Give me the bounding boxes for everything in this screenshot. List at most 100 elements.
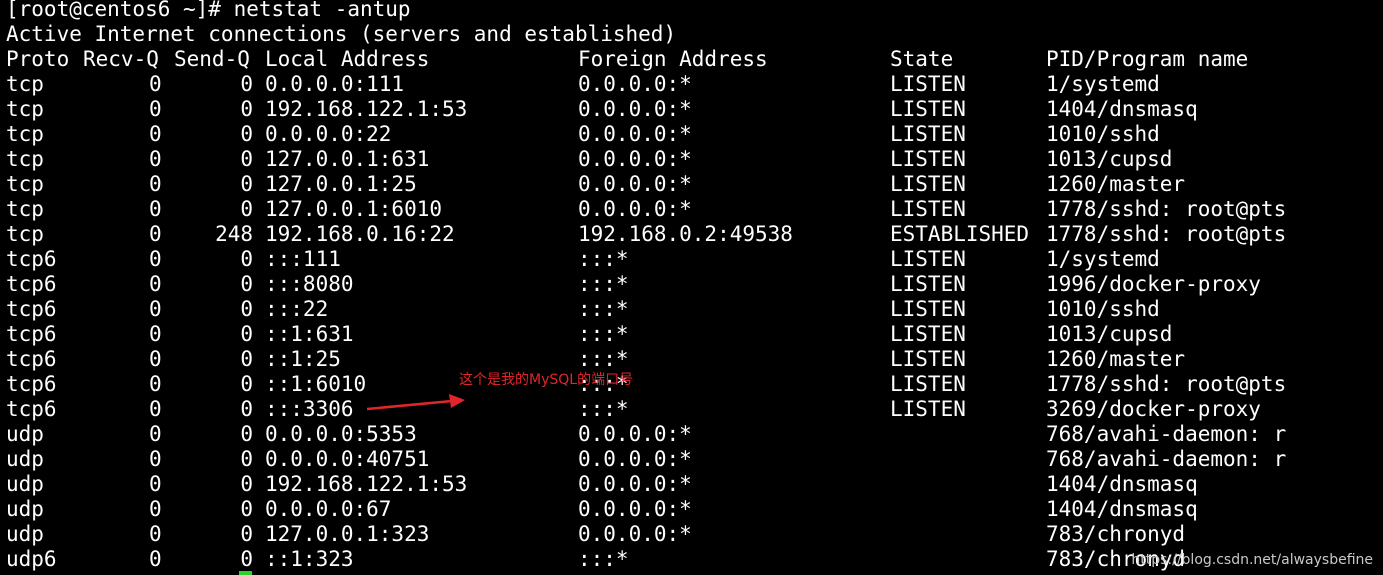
cell-foreign-address: 0.0.0.0:* bbox=[578, 497, 692, 521]
cell-pid-program: 1/systemd bbox=[1046, 72, 1160, 96]
cell-local-address: 0.0.0.0:67 bbox=[265, 497, 392, 521]
cell-state: LISTEN bbox=[890, 147, 966, 171]
cell-foreign-address: :::* bbox=[578, 297, 629, 321]
cell-foreign-address: 0.0.0.0:* bbox=[578, 72, 692, 96]
cell-foreign-address: :::* bbox=[578, 347, 629, 371]
cell-proto: tcp bbox=[6, 72, 44, 96]
cell-state: LISTEN bbox=[890, 322, 966, 346]
connections-info-line: Active Internet connections (servers and… bbox=[6, 22, 677, 46]
cell-sendq: 0 bbox=[240, 347, 253, 371]
cell-foreign-address: 192.168.0.2:49538 bbox=[578, 222, 793, 246]
cell-state: LISTEN bbox=[890, 397, 966, 421]
cell-sendq: 0 bbox=[240, 247, 253, 271]
cell-local-address: 0.0.0.0:40751 bbox=[265, 447, 430, 471]
cell-sendq: 0 bbox=[240, 422, 253, 446]
table-header-row: Proto Recv-Q Send-Q Local Address Foreig… bbox=[0, 47, 1383, 72]
command-prompt-line: [root@centos6 ~]# netstat -antup bbox=[6, 0, 411, 21]
cell-local-address: 0.0.0.0:111 bbox=[265, 72, 405, 96]
cell-proto: tcp bbox=[6, 147, 44, 171]
cell-proto: udp bbox=[6, 422, 44, 446]
terminal-cursor bbox=[239, 571, 252, 575]
cell-local-address: 0.0.0.0:22 bbox=[265, 122, 392, 146]
cell-proto: tcp6 bbox=[6, 322, 57, 346]
cell-sendq: 0 bbox=[240, 397, 253, 421]
cell-pid-program: 1996/docker-proxy bbox=[1046, 272, 1261, 296]
header-recvq: Recv-Q bbox=[83, 47, 159, 71]
cell-pid-program: 768/avahi-daemon: r bbox=[1046, 447, 1287, 471]
cell-sendq: 0 bbox=[240, 447, 253, 471]
cell-local-address: ::1:25 bbox=[265, 347, 341, 371]
cell-foreign-address: 0.0.0.0:* bbox=[578, 122, 692, 146]
table-row: udp 0 0 0.0.0.0:5353 0.0.0.0:* 768/avahi-daem… bbox=[0, 422, 1383, 447]
cell-sendq: 0 bbox=[240, 147, 253, 171]
cell-foreign-address: 0.0.0.0:* bbox=[578, 147, 692, 171]
cell-local-address: ::1:323 bbox=[265, 547, 354, 571]
cell-foreign-address: :::* bbox=[578, 272, 629, 296]
cell-proto: tcp6 bbox=[6, 297, 57, 321]
table-row: tcp6 0 0::1:25:::* LISTEN 1260/master bbox=[0, 347, 1383, 372]
cell-state: LISTEN bbox=[890, 372, 966, 396]
cell-proto: udp bbox=[6, 497, 44, 521]
cell-sendq: 0 bbox=[240, 472, 253, 496]
table-row: tcp6 0 0:::22:::* LISTEN 1010/sshd bbox=[0, 297, 1383, 322]
cell-state: LISTEN bbox=[890, 197, 966, 221]
cell-foreign-address: :::* bbox=[578, 247, 629, 271]
cell-proto: udp6 bbox=[6, 547, 57, 571]
table-row: tcp 0 0 127.0.0.1:25 0.0.0.0:* LISTEN 1260/mas… bbox=[0, 172, 1383, 197]
cell-proto: tcp6 bbox=[6, 272, 57, 296]
cell-foreign-address: 0.0.0.0:* bbox=[578, 172, 692, 196]
watermark: https://blog.csdn.net/alwaysbefine bbox=[1131, 552, 1373, 568]
cell-proto: tcp6 bbox=[6, 372, 57, 396]
cell-local-address: 127.0.0.1:631 bbox=[265, 147, 430, 171]
table-row: udp 0 0 192.168.122.1:53 0.0.0.0:* 1404/dnsma… bbox=[0, 472, 1383, 497]
cell-foreign-address: 0.0.0.0:* bbox=[578, 197, 692, 221]
cell-local-address: 127.0.0.1:6010 bbox=[265, 197, 443, 221]
cell-sendq: 0 bbox=[240, 497, 253, 521]
cell-sendq: 0 bbox=[240, 322, 253, 346]
cell-pid-program: 1404/dnsmasq bbox=[1046, 472, 1198, 496]
cell-pid-program: 1/systemd bbox=[1046, 247, 1160, 271]
cell-sendq: 0 bbox=[240, 297, 253, 321]
cell-pid-program: 1404/dnsmasq bbox=[1046, 497, 1198, 521]
cell-foreign-address: 0.0.0.0:* bbox=[578, 97, 692, 121]
cell-sendq: 0 bbox=[240, 122, 253, 146]
table-row: tcp 0 0 127.0.0.1:6010 0.0.0.0:* LISTEN 1778/s… bbox=[0, 197, 1383, 222]
cell-local-address: :::22 bbox=[265, 297, 329, 321]
cell-proto: udp bbox=[6, 447, 44, 471]
cell-local-address: :::111 bbox=[265, 247, 341, 271]
table-row: tcp6 0 0::1:6010:::* LISTEN 1778/sshd: root@… bbox=[0, 372, 1383, 397]
cell-pid-program: 1013/cupsd bbox=[1046, 322, 1173, 346]
cell-local-address: ::1:631 bbox=[265, 322, 354, 346]
cell-state: LISTEN bbox=[890, 272, 966, 296]
cell-proto: tcp6 bbox=[6, 247, 57, 271]
cell-proto: udp bbox=[6, 472, 44, 496]
cell-pid-program: 783/chronyd bbox=[1046, 522, 1186, 546]
table-row: tcp 0 0 127.0.0.1:631 0.0.0.0:* LISTEN 1013/cu… bbox=[0, 147, 1383, 172]
cell-local-address: 192.168.122.1:53 bbox=[265, 472, 468, 496]
cell-sendq: 0 bbox=[240, 522, 253, 546]
cell-sendq: 0 bbox=[240, 97, 253, 121]
terminal-window[interactable]: [root@centos6 ~]# netstat -antup Active … bbox=[0, 0, 1383, 575]
cell-proto: tcp bbox=[6, 172, 44, 196]
cell-foreign-address: 0.0.0.0:* bbox=[578, 522, 692, 546]
cell-foreign-address: 0.0.0.0:* bbox=[578, 422, 692, 446]
cell-local-address: :::8080 bbox=[265, 272, 354, 296]
cell-state: ESTABLISHED bbox=[890, 222, 1030, 246]
cell-sendq: 0 bbox=[240, 197, 253, 221]
table-row: tcp6 0 0::1:631:::* LISTEN 1013/cupsd bbox=[0, 322, 1383, 347]
cell-proto: tcp bbox=[6, 122, 44, 146]
cell-proto: tcp6 bbox=[6, 397, 57, 421]
table-row: udp 0 0 0.0.0.0:40751 0.0.0.0:* 768/avahi-dae… bbox=[0, 447, 1383, 472]
cell-pid-program: 768/avahi-daemon: r bbox=[1046, 422, 1287, 446]
cell-state: LISTEN bbox=[890, 172, 966, 196]
cell-local-address: 127.0.0.1:25 bbox=[265, 172, 417, 196]
header-local-address: Local Address bbox=[265, 47, 430, 71]
header-proto: Proto bbox=[6, 47, 70, 71]
table-row: tcp 0 0 192.168.122.1:53 0.0.0.0:* LISTEN 1404… bbox=[0, 97, 1383, 122]
cell-pid-program: 1260/master bbox=[1046, 347, 1186, 371]
cell-local-address: 192.168.122.1:53 bbox=[265, 97, 468, 121]
cell-pid-program: 1013/cupsd bbox=[1046, 147, 1173, 171]
header-state: State bbox=[890, 47, 954, 71]
cell-pid-program: 1778/sshd: root@pts bbox=[1046, 372, 1287, 396]
cell-state: LISTEN bbox=[890, 247, 966, 271]
